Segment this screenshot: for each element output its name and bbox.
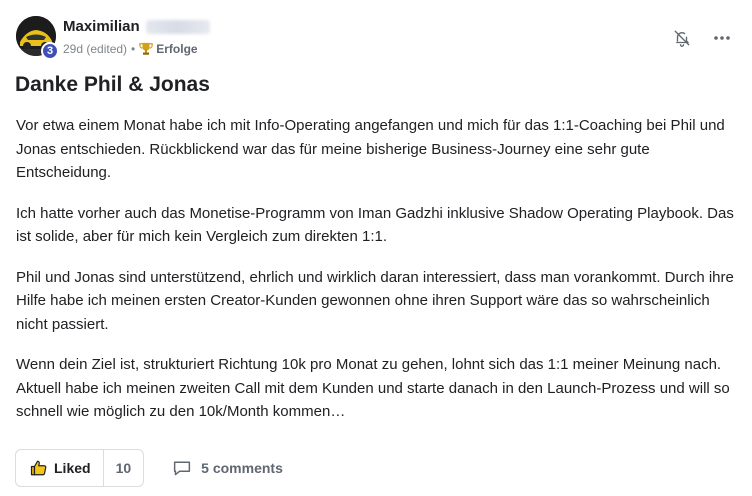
comments-button[interactable]: 5 comments — [172, 459, 283, 477]
post-body: Vor etwa einem Monat habe ich mit Info-O… — [16, 114, 742, 441]
level-badge: 3 — [41, 42, 59, 60]
more-options-icon[interactable] — [712, 28, 732, 48]
post-time: 29d (edited) — [63, 42, 128, 56]
post-paragraph: Wenn dein Ziel ist, strukturiert Richtun… — [16, 356, 730, 420]
post-category[interactable]: Erfolge — [156, 42, 197, 56]
post-paragraph: Ich hatte vorher auch das Monetise-Progr… — [16, 204, 734, 246]
comment-bubble-icon — [174, 461, 191, 476]
thumbs-up-icon — [30, 460, 47, 476]
post-paragraph: Vor etwa einem Monat habe ich mit Info-O… — [16, 117, 725, 181]
author-surname-blurred — [146, 20, 210, 34]
trophy-icon — [139, 42, 153, 55]
like-button[interactable]: Liked — [16, 450, 103, 486]
like-count[interactable]: 10 — [102, 450, 144, 486]
post-card: 3 Maximilian 29d (edited) • Erfolge Dank… — [0, 0, 752, 496]
like-group: Liked 10 — [15, 449, 145, 487]
meta-separator: • — [131, 42, 136, 56]
author-avatar[interactable]: 3 — [16, 16, 59, 60]
post-header: 3 Maximilian 29d (edited) • Erfolge — [14, 14, 738, 62]
post-meta: 29d (edited) • Erfolge — [63, 42, 198, 56]
header-actions — [672, 28, 732, 48]
post-title: Danke Phil & Jonas — [15, 73, 210, 96]
post-actions: Liked 10 5 comments — [15, 448, 283, 488]
like-label: Liked — [54, 460, 91, 476]
author-name[interactable]: Maximilian — [63, 18, 140, 35]
bell-off-icon[interactable] — [672, 28, 692, 48]
comments-label: 5 comments — [201, 460, 283, 476]
post-paragraph: Phil und Jonas sind unterstützend, ehrli… — [16, 268, 734, 333]
